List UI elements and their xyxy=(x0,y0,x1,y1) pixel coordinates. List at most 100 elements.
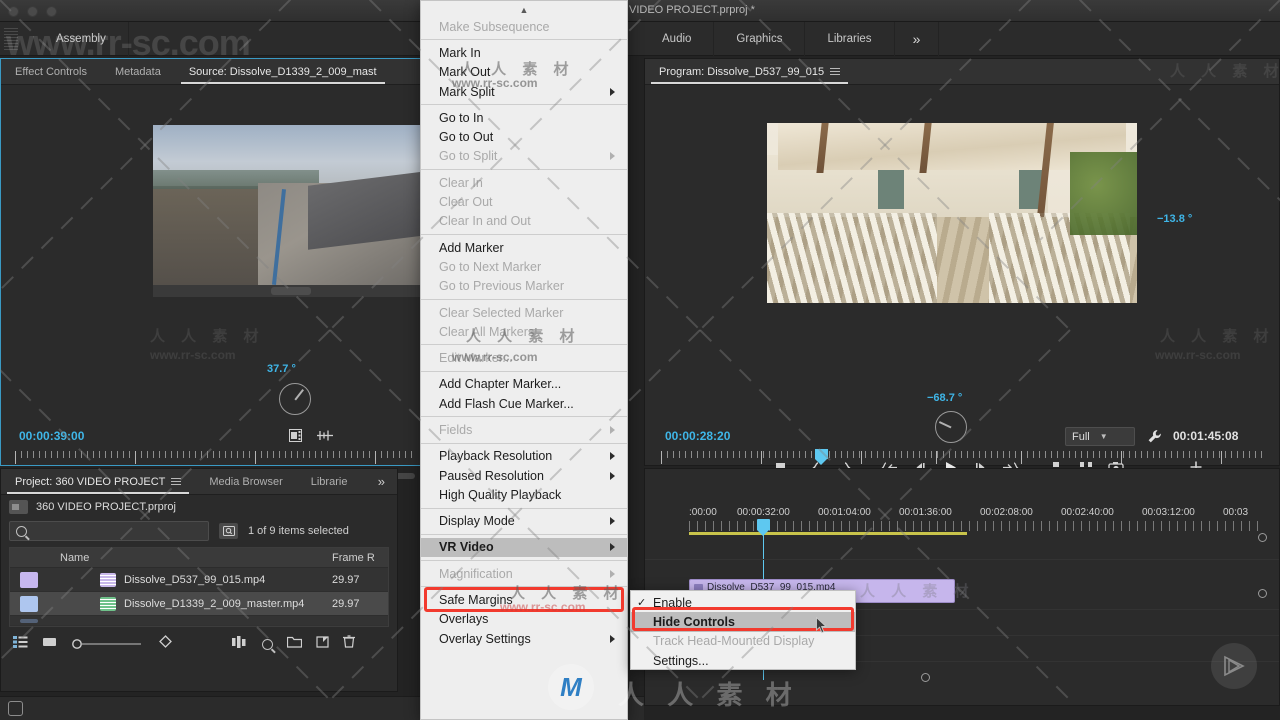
find-button[interactable] xyxy=(219,523,238,539)
new-item-icon[interactable] xyxy=(316,635,329,653)
program-vr-dial[interactable] xyxy=(935,411,967,443)
menu-item-display-mode[interactable]: Display Mode xyxy=(421,512,627,531)
list-view-icon[interactable] xyxy=(13,635,28,653)
delete-icon[interactable] xyxy=(343,635,355,653)
source-vr-pan-handle[interactable] xyxy=(153,285,429,297)
tab-metadata[interactable]: Metadata xyxy=(101,59,175,84)
menu-item-clear-in-and-out[interactable]: Clear In and Out xyxy=(421,212,627,231)
table-row-partial[interactable] xyxy=(10,616,388,626)
menu-item-fields[interactable]: Fields xyxy=(421,420,627,439)
menu-item-high-quality-playback[interactable]: High Quality Playback xyxy=(421,485,627,504)
tab-project[interactable]: Project: 360 VIDEO PROJECT xyxy=(1,469,195,494)
menu-item-go-to-previous-marker[interactable]: Go to Previous Marker xyxy=(421,277,627,296)
panel-grip-icon[interactable] xyxy=(4,27,18,50)
menu-item-label: High Quality Playback xyxy=(439,487,562,502)
menu-item-go-to-in[interactable]: Go to In xyxy=(421,108,627,127)
menu-item-magnification[interactable]: Magnification xyxy=(421,564,627,583)
project-overflow-button[interactable]: » xyxy=(366,469,397,494)
program-video-frame[interactable] xyxy=(767,123,1137,303)
search-input[interactable] xyxy=(33,525,202,537)
freeform-icon[interactable] xyxy=(159,635,172,653)
panel-menu-icon[interactable] xyxy=(171,477,182,486)
menu-item-label: Go to Out xyxy=(439,130,494,145)
tab-program-monitor[interactable]: Program: Dissolve_D537_99_015 xyxy=(645,59,854,84)
bin-header-framerate[interactable]: Frame R xyxy=(332,552,388,564)
timeline-work-area-bar[interactable] xyxy=(689,532,967,535)
menu-item-mark-in[interactable]: Mark In xyxy=(421,43,627,62)
panel-menu-icon[interactable] xyxy=(830,67,841,76)
menu-item-label: Display Mode xyxy=(439,514,515,529)
menu-item-overlays[interactable]: Overlays xyxy=(421,610,627,629)
menu-item-add-marker[interactable]: Add Marker xyxy=(421,238,627,257)
bin-header-name[interactable]: Name xyxy=(50,552,332,564)
tab-media-browser[interactable]: Media Browser xyxy=(195,469,296,494)
menu-item-label: Hide Controls xyxy=(653,614,735,629)
audio-waveform-icon[interactable] xyxy=(316,429,334,447)
playback-resolution-select[interactable]: Full ▼ xyxy=(1065,427,1135,446)
program-timecode-current[interactable]: 00:00:28:20 xyxy=(665,429,730,443)
settings-wrench-icon[interactable] xyxy=(1147,429,1162,449)
submenu-item-enable[interactable]: ✓ Enable xyxy=(631,593,855,612)
menu-item-overlay-settings[interactable]: Overlay Settings xyxy=(421,629,627,648)
workspace-overflow-button[interactable]: » xyxy=(895,22,940,56)
menu-item-mark-split[interactable]: Mark Split xyxy=(421,82,627,101)
submenu-item-settings[interactable]: Settings... xyxy=(631,651,855,670)
clip-name-cell: Dissolve_D1339_2_009_master.mp4 xyxy=(50,596,332,611)
menu-item-safe-margins[interactable]: Safe Margins xyxy=(421,590,627,609)
timeline-scroll-knob-top[interactable] xyxy=(1258,533,1267,542)
search-field[interactable] xyxy=(9,521,209,541)
source-timecode-current[interactable]: 00:00:39:00 xyxy=(19,429,84,443)
timeline-playhead[interactable] xyxy=(757,519,770,680)
icon-view-icon[interactable] xyxy=(42,635,57,653)
tab-label: Librarie xyxy=(310,475,348,488)
source-vr-dial[interactable] xyxy=(279,383,311,415)
workspace-tab-graphics[interactable]: Graphics xyxy=(714,22,806,56)
submenu-arrow-icon xyxy=(610,452,615,461)
menu-separator xyxy=(421,39,627,41)
timeline-tick-marks[interactable] xyxy=(689,521,1265,531)
find-icon[interactable] xyxy=(262,638,273,650)
play-overlay-icon xyxy=(1211,643,1257,689)
menu-item-label: Fields xyxy=(439,422,473,437)
tab-label: Media Browser xyxy=(209,475,283,488)
workspace-tab-libraries[interactable]: Libraries xyxy=(805,22,895,56)
sync-settings-icon[interactable] xyxy=(8,701,23,716)
workspace-tab-assembly[interactable]: Assembly xyxy=(34,21,129,56)
automate-to-sequence-icon[interactable] xyxy=(232,635,248,653)
tab-source-monitor[interactable]: Source: Dissolve_D1339_2_009_mast xyxy=(175,59,391,84)
menu-item-clear-in[interactable]: Clear In xyxy=(421,173,627,192)
tab-label: Effect Controls xyxy=(15,65,87,78)
new-bin-icon[interactable] xyxy=(286,635,303,653)
menu-item-go-to-next-marker[interactable]: Go to Next Marker xyxy=(421,257,627,276)
menu-item-go-to-out[interactable]: Go to Out xyxy=(421,127,627,146)
workspace-tab-audio[interactable]: Audio xyxy=(640,22,715,56)
table-row[interactable]: Dissolve_D1339_2_009_master.mp4 29.97 xyxy=(10,592,388,616)
program-timecode-duration[interactable]: 00:01:45:08 xyxy=(1173,429,1238,443)
timeline-zoom-knob[interactable] xyxy=(921,673,930,682)
tab-effect-controls[interactable]: Effect Controls xyxy=(1,59,101,84)
menu-item-make-subsequence[interactable]: Make Subsequence xyxy=(421,17,627,36)
table-row[interactable]: Dissolve_D537_99_015.mp4 29.97 xyxy=(10,568,388,592)
zoom-slider[interactable] xyxy=(71,638,145,650)
menu-item-go-to-split[interactable]: Go to Split xyxy=(421,147,627,166)
menu-item-mark-out[interactable]: Mark Out xyxy=(421,63,627,82)
menu-item-vr-video[interactable]: VR Video xyxy=(421,537,627,558)
film-strip-icon[interactable] xyxy=(289,429,302,447)
source-video-frame[interactable] xyxy=(153,125,429,285)
project-file-row[interactable]: 360 VIDEO PROJECT.prproj xyxy=(1,495,397,519)
menu-item-playback-resolution[interactable]: Playback Resolution xyxy=(421,447,627,466)
timeline-scroll-knob-mid[interactable] xyxy=(1258,589,1267,598)
menu-item-paused-resolution[interactable]: Paused Resolution xyxy=(421,466,627,485)
menu-item-edit-marker[interactable]: Edit Marker... xyxy=(421,348,627,367)
menu-item-label: Mark In xyxy=(439,45,481,60)
project-tabbar: Project: 360 VIDEO PROJECT Media Browser… xyxy=(1,469,397,495)
menu-item-clear-all-markers[interactable]: Clear All Markers xyxy=(421,322,627,341)
menu-item-clear-selected-marker[interactable]: Clear Selected Marker xyxy=(421,303,627,322)
menu-item-label: Add Chapter Marker... xyxy=(439,377,562,392)
tab-libraries[interactable]: Librarie xyxy=(297,469,362,494)
menu-item-add-flash-cue-marker[interactable]: Add Flash Cue Marker... xyxy=(421,394,627,413)
menu-item-clear-out[interactable]: Clear Out xyxy=(421,192,627,211)
menu-separator xyxy=(421,104,627,106)
menu-scroll-up-icon[interactable]: ▲ xyxy=(421,3,627,17)
menu-item-add-chapter-marker[interactable]: Add Chapter Marker... xyxy=(421,375,627,394)
